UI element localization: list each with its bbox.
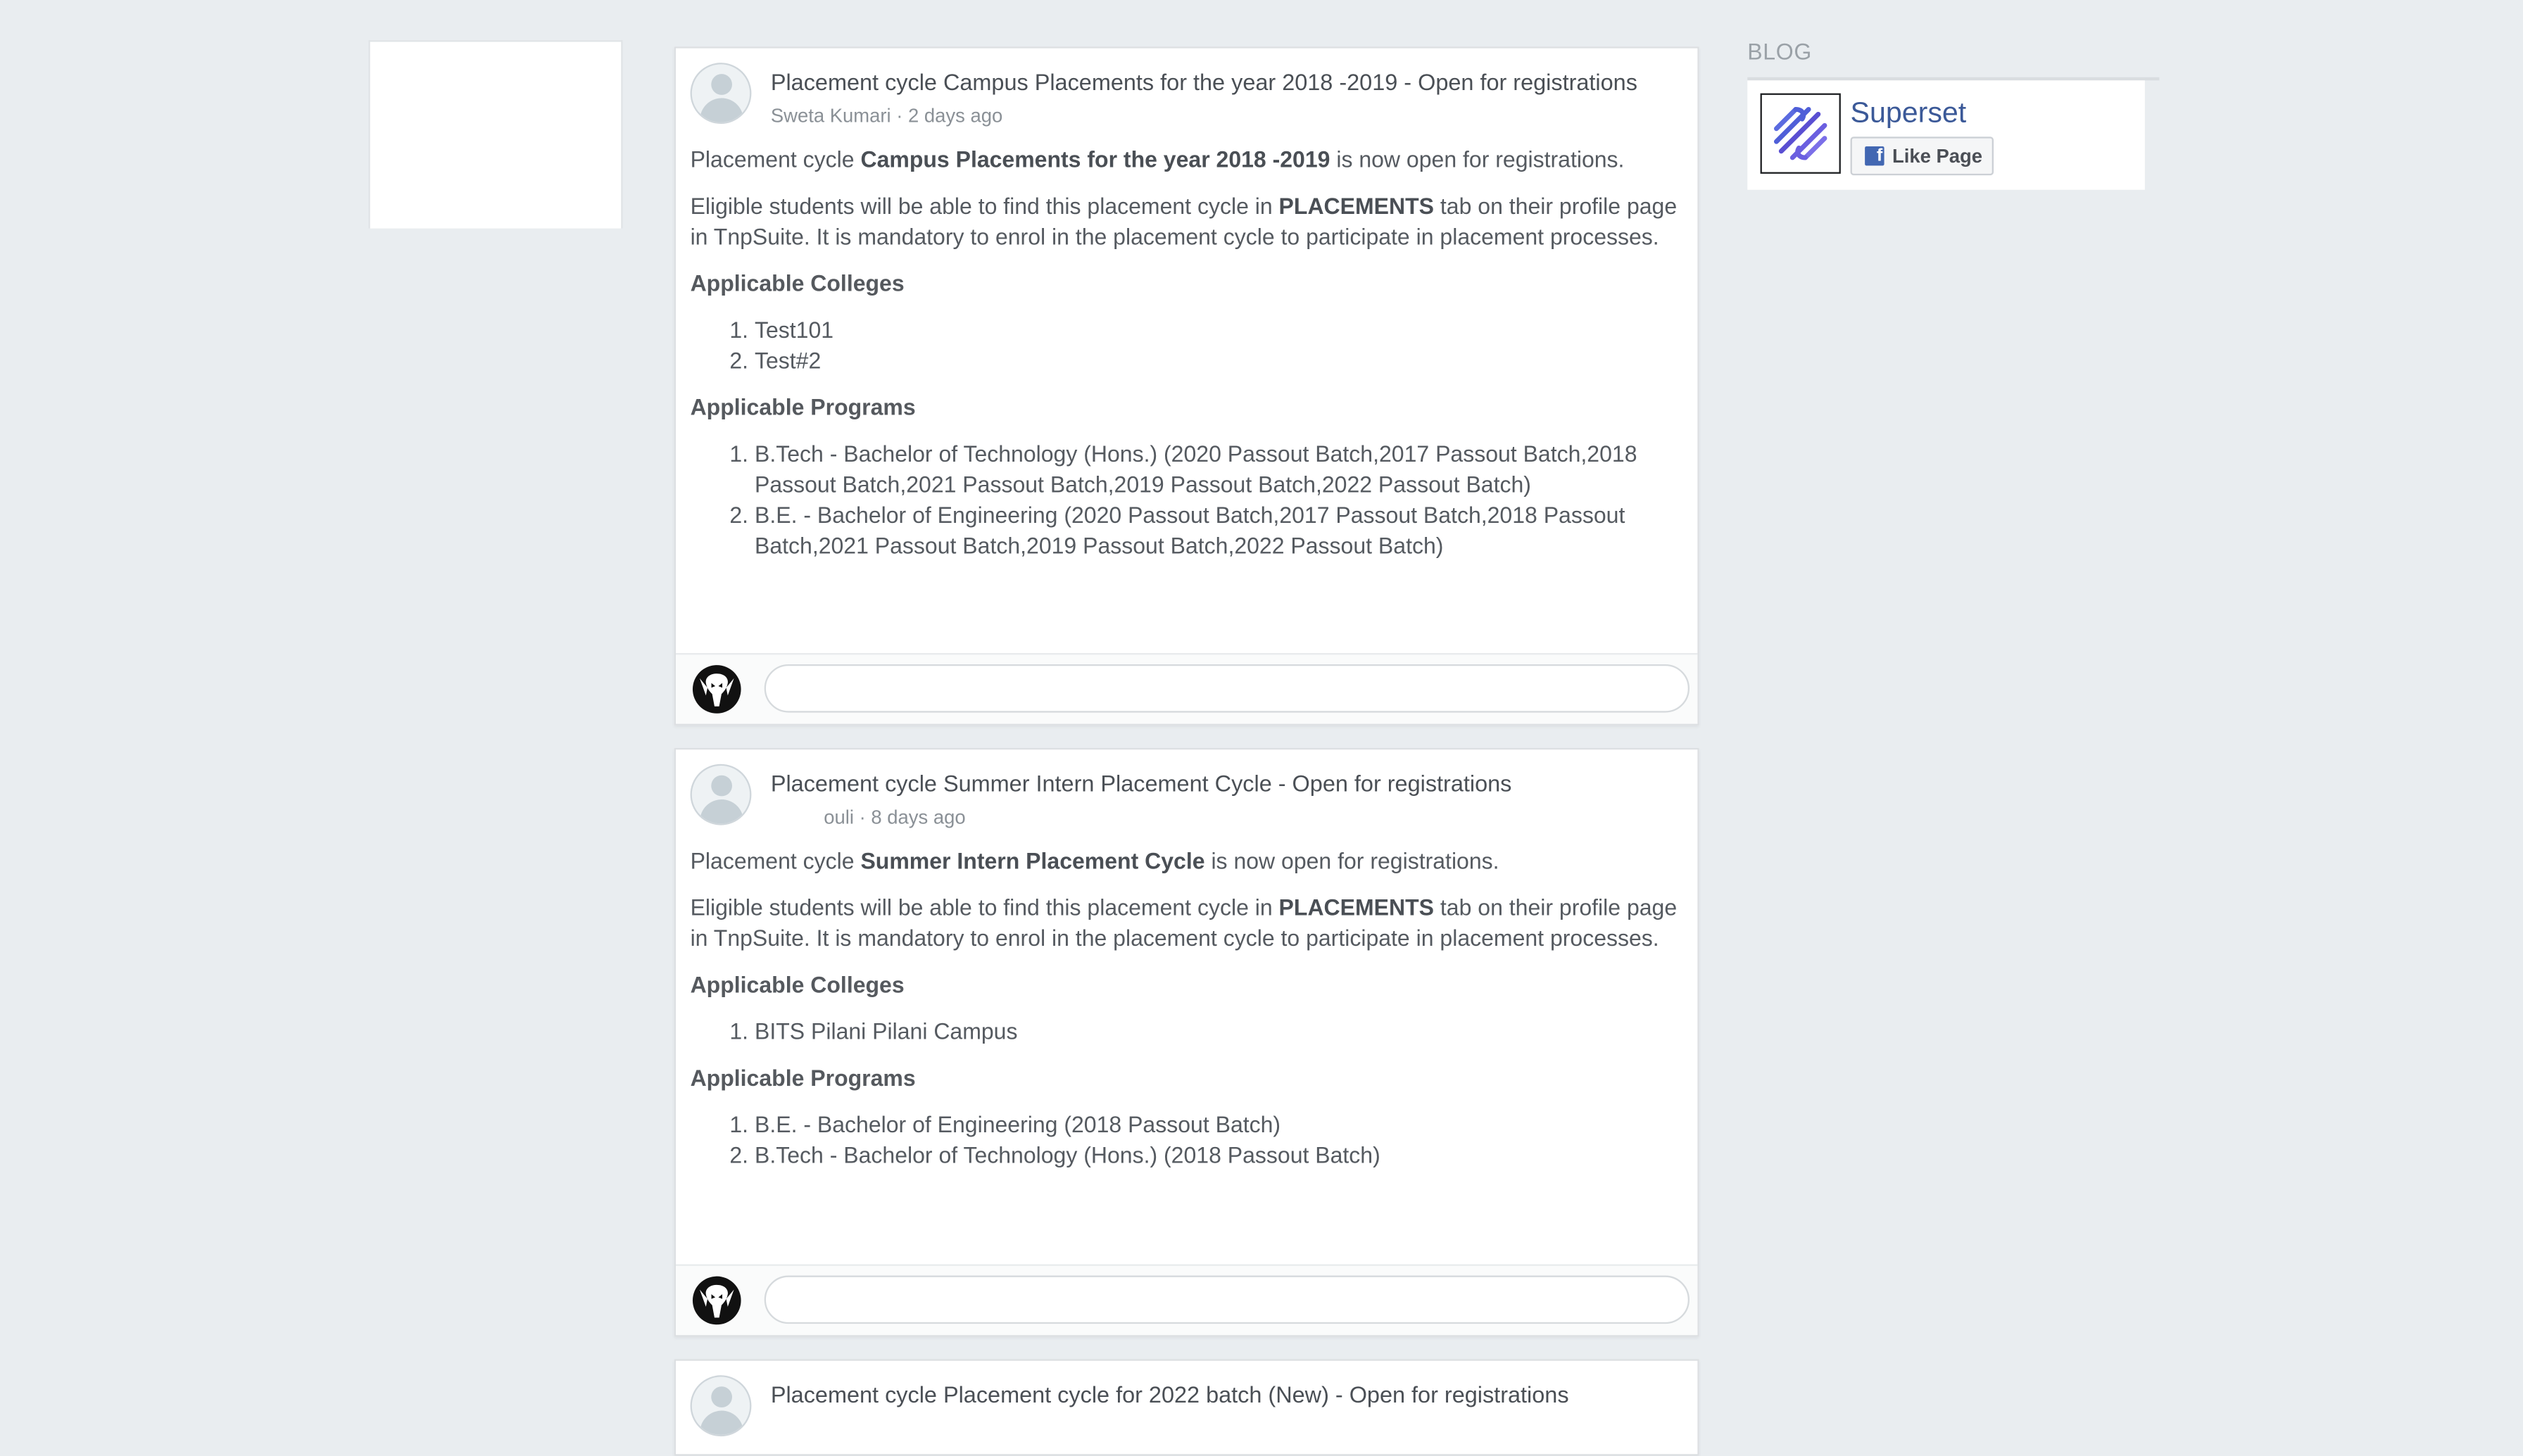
like-page-button[interactable]: f Like Page <box>1850 137 1994 176</box>
post-title[interactable]: Placement cycle Campus Placements for th… <box>771 71 1637 97</box>
post-title[interactable]: Placement cycle Summer Intern Placement … <box>771 772 1512 798</box>
programs-heading: Applicable Programs <box>690 1065 916 1091</box>
comment-input[interactable] <box>764 1275 1690 1324</box>
placements-tab-name: PLACEMENTS <box>1278 894 1435 920</box>
post-author[interactable]: Sweta Kumari <box>771 105 891 127</box>
programs-list: B.Tech - Bachelor of Technology (Hons.) … <box>691 439 1680 562</box>
like-page-label: Like Page <box>1892 144 1983 167</box>
program-item: B.Tech - Bachelor of Technology (Hons.) … <box>755 1141 1680 1171</box>
post-time: 8 days ago <box>871 806 966 829</box>
user-mask-icon <box>692 1276 741 1325</box>
post-eligibility: Eligible students will be able to find t… <box>690 894 1678 951</box>
author-avatar-icon[interactable] <box>690 764 752 825</box>
program-item: B.E. - Bachelor of Engineering (2018 Pas… <box>755 1110 1680 1140</box>
blog-heading: BLOG <box>1747 38 1812 65</box>
colleges-list: Test101 Test#2 <box>691 315 1680 376</box>
post-intro: Placement cycle Summer Intern Placement … <box>690 847 1499 874</box>
facebook-page-name[interactable]: Superset <box>1851 96 1967 130</box>
feed-post: Placement cycle Campus Placements for th… <box>674 46 1699 726</box>
comment-bar <box>675 652 1698 724</box>
post-body: Placement cycle Campus Placements for th… <box>691 145 1680 578</box>
post-intro: Placement cycle Campus Placements for th… <box>690 146 1625 172</box>
meta-separator: · <box>896 104 909 127</box>
post-author[interactable]: ouli <box>824 806 854 828</box>
program-item: B.E. - Bachelor of Engineering (2020 Pas… <box>755 500 1680 562</box>
post-meta: Sweta Kumari · 2 days ago <box>771 105 1002 127</box>
college-item: Test101 <box>755 315 1680 346</box>
author-avatar-icon[interactable] <box>690 1375 752 1437</box>
author-avatar-icon[interactable] <box>690 63 752 124</box>
programs-heading: Applicable Programs <box>690 393 916 420</box>
facebook-icon: f <box>1865 146 1885 166</box>
placements-tab-name: PLACEMENTS <box>1278 193 1435 219</box>
comment-bar <box>675 1264 1698 1336</box>
comment-input[interactable] <box>764 664 1690 713</box>
feed-page: Placement cycle Campus Placements for th… <box>0 0 2523 1456</box>
post-meta: ouli · 8 days ago <box>824 806 965 828</box>
programs-list: B.E. - Bachelor of Engineering (2018 Pas… <box>691 1110 1680 1171</box>
user-mask-icon <box>692 665 741 714</box>
colleges-list: BITS Pilani Pilani Campus <box>691 1017 1680 1047</box>
college-item: BITS Pilani Pilani Campus <box>755 1017 1680 1047</box>
cycle-name: Campus Placements for the year 2018 -201… <box>860 146 1330 172</box>
college-item: Test#2 <box>755 346 1680 376</box>
program-item: B.Tech - Bachelor of Technology (Hons.) … <box>755 439 1680 500</box>
feed-post: Placement cycle Placement cycle for 2022… <box>674 1359 1699 1456</box>
post-eligibility: Eligible students will be able to find t… <box>690 193 1678 250</box>
cycle-name: Summer Intern Placement Cycle <box>860 847 1205 874</box>
post-time: 2 days ago <box>908 104 1003 127</box>
colleges-heading: Applicable Colleges <box>690 971 905 998</box>
meta-separator: · <box>859 806 872 829</box>
feed-post: Placement cycle Summer Intern Placement … <box>674 747 1699 1337</box>
superset-logo-icon[interactable] <box>1760 93 1841 174</box>
facebook-page-widget: Superset f Like Page <box>1747 80 2145 190</box>
profile-sidebar-card <box>368 40 623 229</box>
post-title[interactable]: Placement cycle Placement cycle for 2022… <box>771 1384 1569 1410</box>
colleges-heading: Applicable Colleges <box>690 270 905 296</box>
post-body: Placement cycle Summer Intern Placement … <box>691 846 1680 1187</box>
